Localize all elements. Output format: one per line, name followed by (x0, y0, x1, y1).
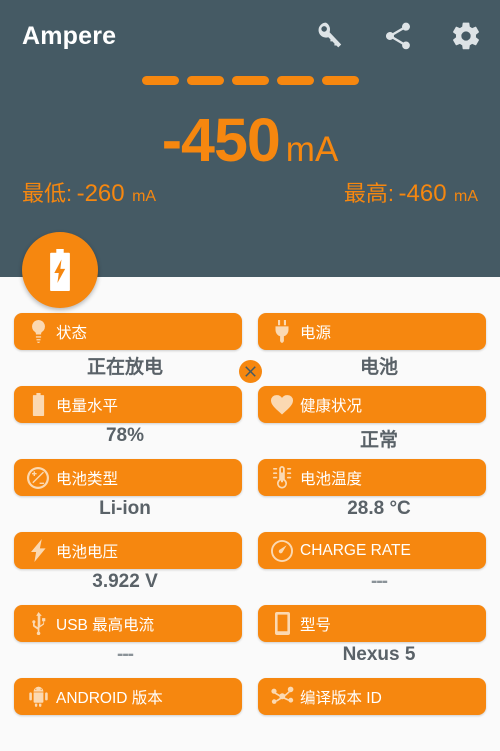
chip-label: 状态 (56, 324, 88, 342)
battery-bolt-icon (50, 249, 70, 291)
phone-icon (267, 611, 297, 637)
info-cell-battery-type: 电池类型 Li-ion (0, 459, 250, 532)
cell-value: --- (117, 644, 134, 665)
min-max-row: 最低: -260 mA 最高: -460 mA (0, 178, 500, 383)
battery-fab-button[interactable] (22, 232, 98, 308)
chip-label: 电池温度 (300, 470, 363, 488)
info-row: ANDROID 版本 编译版本 ID (0, 678, 500, 751)
cell-value: 78% (105, 425, 145, 446)
info-cell-usb-max: USB 最高电流 --- (0, 605, 250, 678)
chip-battery-level[interactable]: 电量水平 (14, 386, 242, 423)
key-icon[interactable] (314, 20, 346, 52)
molecule-icon (267, 684, 297, 710)
dash-segment (321, 76, 359, 85)
chip-label: 编译版本 ID (300, 689, 382, 707)
info-row: 电池类型 Li-ion 电池温度 28.8 °C (0, 459, 500, 532)
info-row: 电池电压 3.922 V CHARGE RATE --- (0, 532, 500, 605)
info-cell-temperature: 电池温度 28.8 °C (250, 459, 500, 532)
max-unit: mA (454, 188, 478, 205)
info-cell-status: 状态 正在放电 (0, 313, 250, 386)
min-value: -260 (76, 180, 125, 207)
gear-icon[interactable] (450, 20, 482, 52)
cell-value: 正在放电 (86, 357, 163, 378)
gauge-icon (267, 538, 297, 564)
info-cell-charge-rate: CHARGE RATE --- (250, 532, 500, 605)
polarity-icon (23, 465, 53, 491)
chip-label: 电量水平 (56, 397, 119, 415)
chip-build-id[interactable]: 编译版本 ID (258, 678, 486, 715)
battery-icon (23, 392, 53, 418)
cell-value: 3.922 V (92, 571, 158, 592)
dash-segment (231, 76, 269, 85)
chip-label: 电池类型 (56, 470, 119, 488)
chip-label: 电池电压 (56, 543, 119, 561)
min-reading: 最低: -260 mA (22, 178, 156, 213)
signal-dashes (0, 76, 500, 85)
chip-label: 电源 (300, 324, 332, 342)
info-cell-voltage: 电池电压 3.922 V (0, 532, 250, 605)
chip-voltage[interactable]: 电池电压 (14, 532, 242, 569)
dash-segment (141, 76, 179, 85)
chip-label: ANDROID 版本 (56, 689, 163, 707)
chip-usb-max[interactable]: USB 最高电流 (14, 605, 242, 642)
chip-power-source[interactable]: 电源 (258, 313, 486, 350)
cell-value: 电池 (359, 357, 398, 378)
info-cell-battery-level: 电量水平 78% (0, 386, 250, 459)
chip-battery-type[interactable]: 电池类型 (14, 459, 242, 496)
current-unit: mA (285, 130, 339, 169)
cell-value: --- (371, 571, 388, 592)
info-row: 电量水平 78% 健康状况 正常 (0, 386, 500, 459)
thermometer-icon (267, 465, 297, 491)
cell-value: Nexus 5 (342, 644, 416, 665)
chip-android-version[interactable]: ANDROID 版本 (14, 678, 242, 715)
info-row: USB 最高电流 --- 型号 Nexus 5 (0, 605, 500, 678)
cell-value: 正常 (359, 430, 398, 451)
max-reading: 最高: -460 mA (344, 178, 478, 213)
chip-label: 健康状况 (300, 397, 363, 415)
min-unit: mA (132, 188, 157, 205)
max-value: -460 (398, 180, 447, 207)
info-cell-android-version: ANDROID 版本 (0, 678, 250, 751)
chip-charge-rate[interactable]: CHARGE RATE (258, 532, 486, 569)
info-cell-model: 型号 Nexus 5 (250, 605, 500, 678)
info-cell-build-id: 编译版本 ID (250, 678, 500, 751)
chip-label: 型号 (300, 616, 332, 634)
chip-label: CHARGE RATE (300, 541, 411, 559)
max-label: 最高: (343, 181, 395, 206)
chip-label: USB 最高电流 (56, 616, 155, 634)
current-reading: -450 mA (0, 105, 500, 175)
usb-icon (23, 611, 53, 637)
chip-temperature[interactable]: 电池温度 (258, 459, 486, 496)
bolt-icon (23, 538, 53, 564)
power-plug-icon (267, 319, 297, 345)
heart-icon (267, 392, 297, 418)
app-bar: Ampere (0, 0, 500, 68)
dash-segment (276, 76, 314, 85)
info-grid: 状态 正在放电 电源 电池 电量水平 78% 健康状况 正常 电池类型 Li-i… (0, 277, 500, 721)
chip-status[interactable]: 状态 (14, 313, 242, 350)
android-icon (23, 684, 53, 710)
info-cell-health: 健康状况 正常 (250, 386, 500, 459)
chip-health[interactable]: 健康状况 (258, 386, 486, 423)
info-row: 状态 正在放电 电源 电池 (0, 313, 500, 386)
min-label: 最低: (22, 181, 73, 206)
lightbulb-icon (23, 319, 53, 345)
info-cell-power-source: 电源 电池 (250, 313, 500, 386)
share-icon[interactable] (382, 20, 414, 52)
cell-value: Li-ion (99, 498, 151, 519)
page-title: Ampere (22, 22, 117, 50)
chip-model[interactable]: 型号 (258, 605, 486, 642)
dash-segment (186, 76, 224, 85)
current-value: -450 (161, 106, 281, 174)
cell-value: 28.8 °C (347, 498, 411, 519)
